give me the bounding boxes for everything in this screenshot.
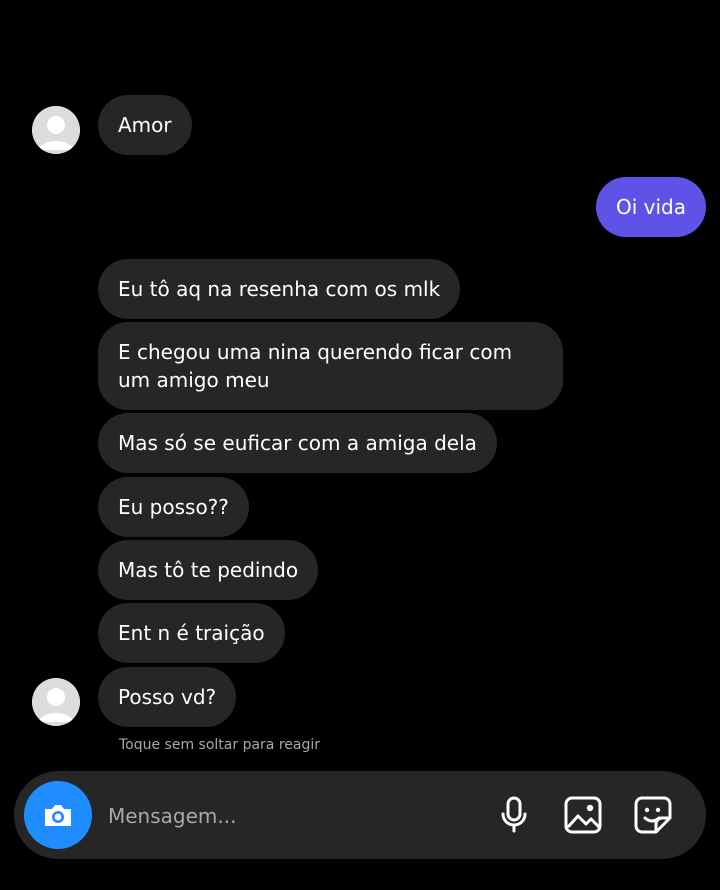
message-bubble-received[interactable]: Eu posso?? (98, 477, 249, 537)
message-text: Oi vida (616, 195, 686, 219)
message-text: Posso vd? (118, 685, 217, 709)
message-text: E chegou uma nina querendo ficar com um … (118, 340, 513, 392)
message-bubble-received[interactable]: Amor (98, 95, 192, 155)
message-text: Eu posso?? (118, 495, 229, 519)
camera-button[interactable] (24, 781, 92, 849)
reaction-hint: Toque sem soltar para reagir (119, 737, 321, 753)
default-avatar-icon (32, 678, 80, 726)
sticker-button[interactable] (632, 794, 674, 836)
gallery-button[interactable] (562, 794, 604, 836)
message-bubble-received[interactable]: E chegou uma nina querendo ficar com um … (98, 322, 563, 410)
message-bubble-received[interactable]: Mas tô te pedindo (98, 540, 319, 600)
message-text: Eu tô aq na resenha com os mlk (118, 277, 441, 301)
message-bubble-received[interactable]: Ent n é traição (98, 603, 285, 663)
contact-avatar[interactable] (32, 678, 80, 726)
default-avatar-icon (32, 106, 80, 154)
message-bubble-sent[interactable]: Oi vida (596, 177, 706, 237)
gallery-icon (564, 796, 602, 834)
message-text: Mas só se euficar com a amiga dela (118, 431, 477, 455)
microphone-button[interactable] (493, 794, 535, 836)
message-text: Mas tô te pedindo (118, 558, 299, 582)
contact-avatar[interactable] (32, 106, 80, 154)
message-bubble-received[interactable]: Eu tô aq na resenha com os mlk (98, 259, 461, 319)
message-bubble-received[interactable]: Posso vd? (98, 667, 237, 727)
message-text: Ent n é traição (118, 621, 265, 645)
message-composer (14, 771, 706, 859)
microphone-icon (501, 796, 527, 833)
message-text: Amor (118, 113, 172, 137)
message-input[interactable] (106, 795, 480, 837)
message-bubble-received[interactable]: Mas só se euficar com a amiga dela (98, 413, 497, 473)
sticker-icon (634, 796, 672, 834)
camera-icon (45, 805, 71, 826)
